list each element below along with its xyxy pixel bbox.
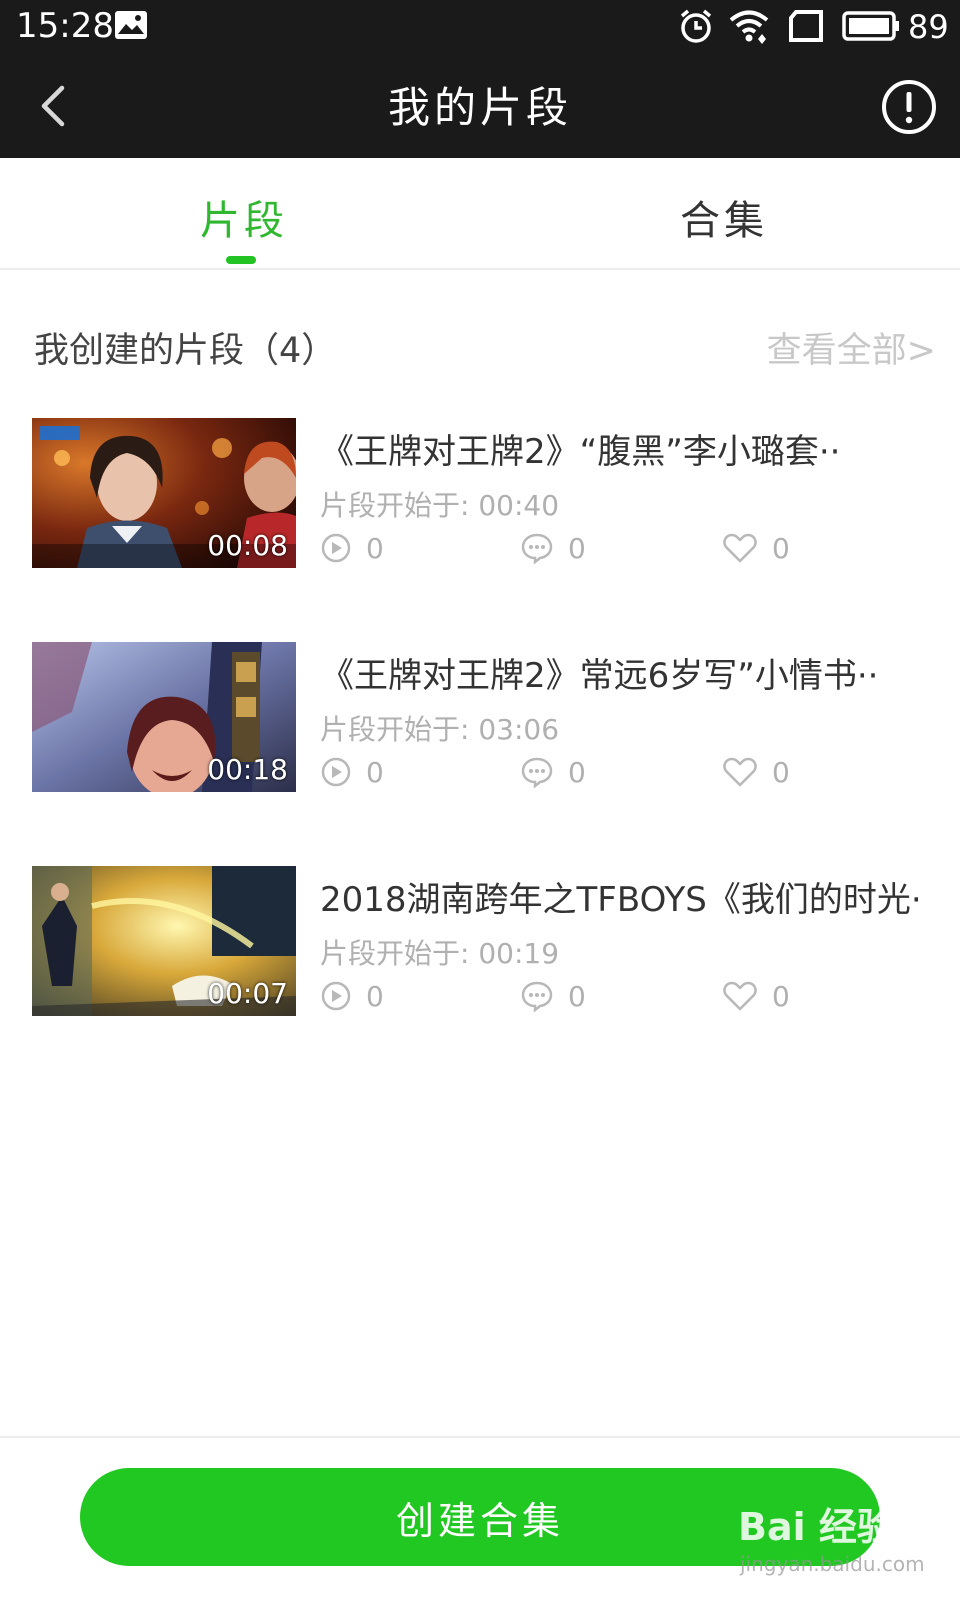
play-count-value: 0 [366, 979, 384, 1013]
play-count-value: 0 [366, 755, 384, 789]
play-count: 0 [320, 752, 384, 792]
clip-duration: 00:18 [207, 753, 288, 786]
comment-count-value: 0 [568, 531, 586, 565]
clip-start-time: 片段开始于: 03:06 [320, 713, 560, 746]
like-count-value: 0 [772, 755, 790, 789]
status-time: 15:28 [16, 6, 114, 46]
baidu-watermark: Bai 经验 jingyan.baidu.com [738, 1496, 925, 1592]
comment-count-value: 0 [568, 755, 586, 789]
clip-title[interactable]: 《王牌对王牌2》“腹黑”李小璐套·· [320, 424, 920, 473]
comment-count[interactable]: 0 [520, 528, 586, 568]
list-item[interactable]: 00:08 《王牌对王牌2》“腹黑”李小璐套·· 片段开始于: 00:40 0 … [0, 418, 960, 568]
view-all-link[interactable]: 查看全部> [767, 322, 936, 373]
clip-thumbnail[interactable]: 00:07 [32, 866, 296, 1016]
sim-icon [789, 10, 823, 42]
comment-icon [521, 533, 553, 564]
heart-icon [723, 757, 757, 787]
like-count[interactable]: 0 [722, 528, 790, 568]
clip-thumbnail[interactable]: 00:08 [32, 418, 296, 568]
like-count[interactable]: 0 [722, 752, 790, 792]
clip-duration: 00:08 [207, 529, 288, 562]
play-count: 0 [320, 976, 384, 1016]
footer-divider [0, 1436, 960, 1438]
list-item[interactable]: 00:07 2018湖南跨年之TFBOYS《我们的时光·· 片段开始于: 00:… [0, 866, 960, 1016]
like-count-value: 0 [772, 979, 790, 1013]
tab-clips[interactable]: 片段 [200, 188, 288, 246]
comment-count[interactable]: 0 [520, 976, 586, 1016]
comment-count[interactable]: 0 [520, 752, 586, 792]
clip-thumbnail[interactable]: 00:18 [32, 642, 296, 792]
battery-level: 89 [908, 8, 949, 46]
alarm-icon [680, 9, 712, 43]
clip-start-time: 片段开始于: 00:40 [320, 489, 560, 522]
comment-icon [521, 981, 553, 1012]
play-count-value: 0 [366, 531, 384, 565]
status-bar: 15:28 89 [0, 0, 960, 54]
play-count: 0 [320, 528, 384, 568]
info-icon[interactable] [880, 78, 938, 136]
clip-title[interactable]: 2018湖南跨年之TFBOYS《我们的时光·· [320, 872, 920, 921]
tab-collections[interactable]: 合集 [680, 188, 768, 246]
comment-count-value: 0 [568, 979, 586, 1013]
clip-start-time: 片段开始于: 00:19 [320, 937, 560, 970]
play-icon [321, 981, 351, 1011]
comment-icon [521, 757, 553, 788]
wifi-icon [729, 10, 769, 44]
page-title: 我的片段 [387, 83, 572, 132]
heart-icon [723, 533, 757, 563]
clip-title[interactable]: 《王牌对王牌2》常远6岁写”小情书·· [320, 648, 920, 697]
title-bar: 我的片段 [0, 54, 960, 158]
play-icon [321, 757, 351, 787]
watermark-url: jingyan.baidu.com [740, 1552, 925, 1576]
active-tab-indicator [226, 256, 256, 264]
tab-bar: 片段 合集 [0, 158, 960, 270]
clip-duration: 00:07 [207, 977, 288, 1010]
like-count[interactable]: 0 [722, 976, 790, 1016]
heart-icon [723, 981, 757, 1011]
battery-icon [842, 11, 899, 41]
list-item[interactable]: 00:18 《王牌对王牌2》常远6岁写”小情书·· 片段开始于: 03:06 0… [0, 642, 960, 792]
image-icon [115, 11, 147, 39]
play-icon [321, 533, 351, 563]
section-title: 我创建的片段（4） [34, 331, 337, 371]
watermark-brand: Bai 经验 [738, 1505, 895, 1549]
like-count-value: 0 [772, 531, 790, 565]
